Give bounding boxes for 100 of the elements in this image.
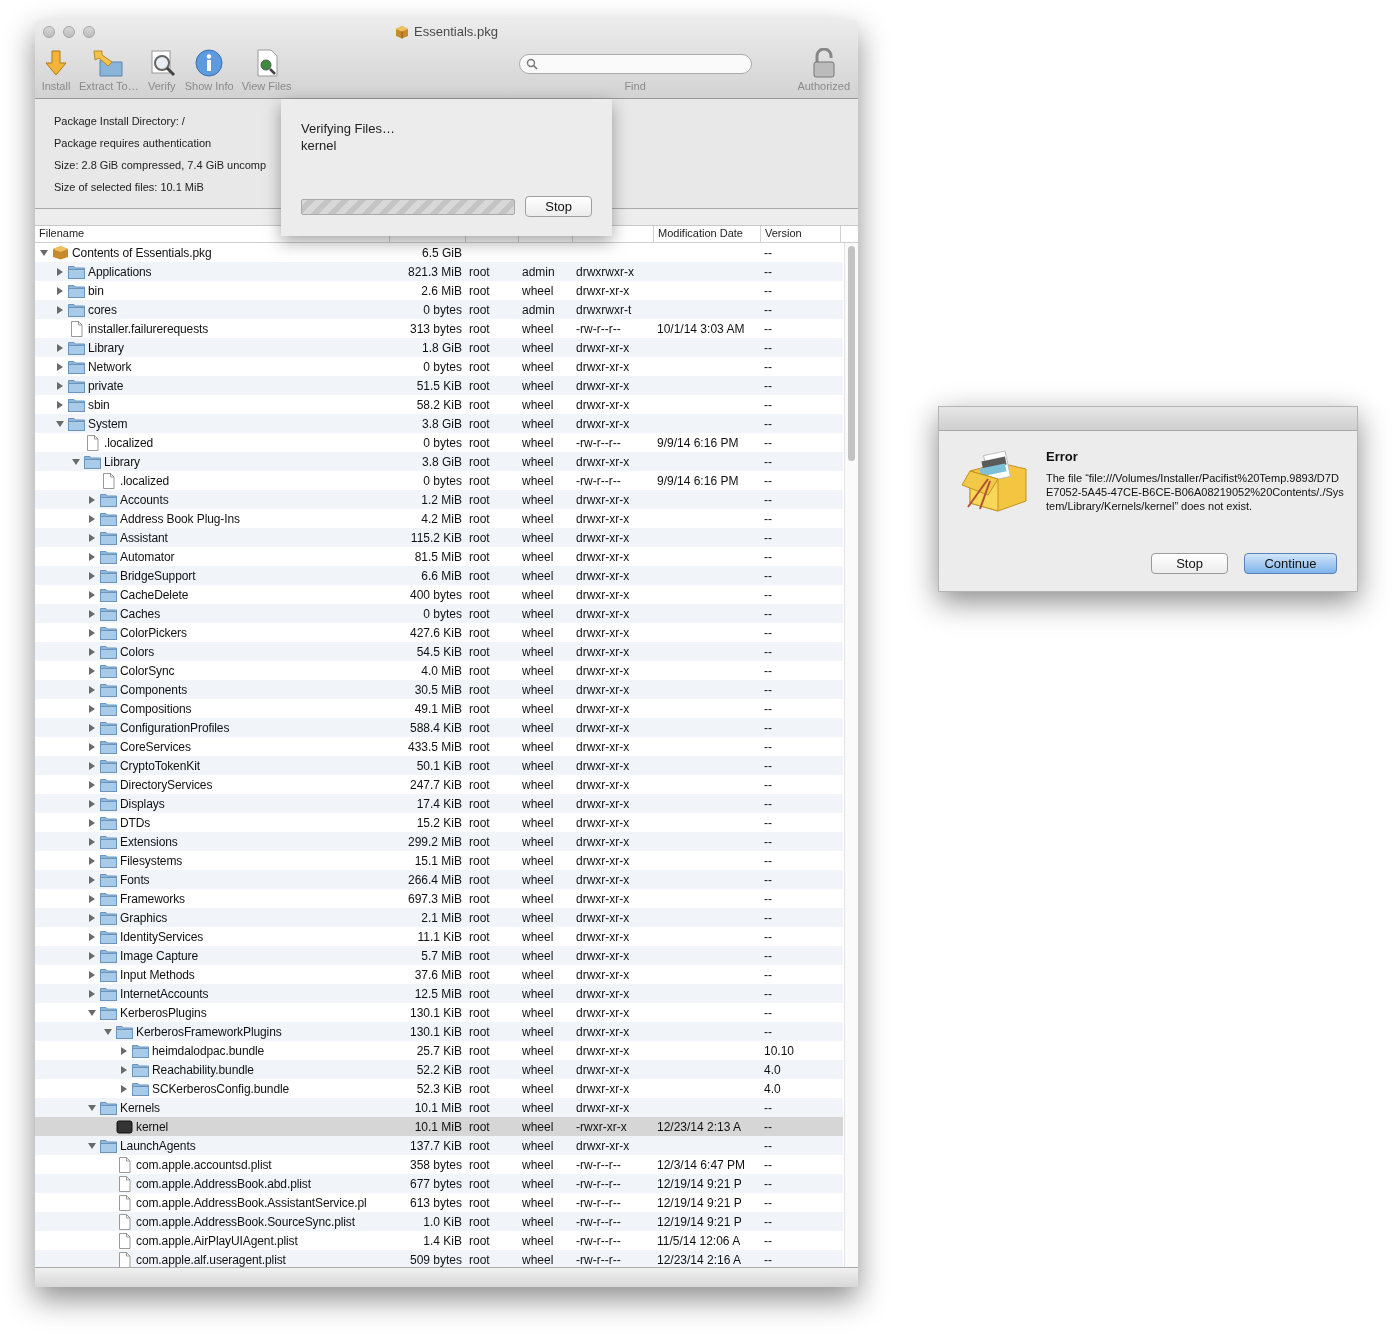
table-row[interactable]: Library 3.8 GiB root wheel drwxr-xr-x -- [35,452,843,471]
expanded-triangle-icon[interactable] [87,1007,97,1018]
expanded-triangle-icon[interactable] [103,1026,113,1037]
table-row[interactable]: Accounts 1.2 MiB root wheel drwxr-xr-x -- [35,490,843,509]
expanded-triangle-icon[interactable] [55,418,65,429]
collapsed-triangle-icon[interactable] [119,1045,129,1056]
table-row[interactable]: com.apple.AddressBook.abd.plist 677 bytes root wheel -rw-r--r-- 12/19/14 9:21 P -- [35,1174,843,1193]
column-header[interactable]: Version [761,226,841,242]
table-cell: 52.2 KiB [416,1062,462,1077]
column-header[interactable]: Modification Date [654,226,761,242]
collapsed-triangle-icon[interactable] [87,817,97,828]
collapsed-triangle-icon[interactable] [87,931,97,942]
table-cell: -- [764,720,772,735]
collapsed-triangle-icon[interactable] [87,703,97,714]
table-row[interactable]: Caches 0 bytes root wheel drwxr-xr-x -- [35,604,843,623]
file-name: KerberosFrameworkPlugins [136,1024,282,1039]
folder-icon [100,1100,117,1115]
table-row[interactable]: BridgeSupport 6.6 MiB root wheel drwxr-xr-x -- [35,566,843,585]
stop-button[interactable]: Stop [525,196,592,217]
table-row[interactable]: Fonts 266.4 MiB root wheel drwxr-xr-x -- [35,870,843,889]
table-row[interactable]: Reachability.bundle 52.2 KiB root wheel drwxr-xr-x 4.0 [35,1060,843,1079]
table-row[interactable]: ConfigurationProfiles 588.4 KiB root wheel drwxr-xr-x -- [35,718,843,737]
table-row[interactable]: cores 0 bytes root admin drwxrwxr-t -- [35,300,843,319]
table-row[interactable]: Image Capture 5.7 MiB root wheel drwxr-xr-x -- [35,946,843,965]
table-row[interactable]: System 3.8 GiB root wheel drwxr-xr-x -- [35,414,843,433]
stop-button[interactable]: Stop [1151,553,1228,574]
collapsed-triangle-icon[interactable] [87,570,97,581]
table-row[interactable]: InternetAccounts 12.5 MiB root wheel drwxr-xr-x -- [35,984,843,1003]
collapsed-triangle-icon[interactable] [87,494,97,505]
table-row[interactable]: kernel 10.1 MiB root wheel -rwxr-xr-x 12/23/14 2:13 A -- [35,1117,843,1136]
collapsed-triangle-icon[interactable] [87,513,97,524]
collapsed-triangle-icon[interactable] [87,722,97,733]
table-row[interactable]: Extensions 299.2 MiB root wheel drwxr-xr-x -- [35,832,843,851]
table-row[interactable]: Components 30.5 MiB root wheel drwxr-xr-x -- [35,680,843,699]
scrollbar[interactable] [844,243,858,1267]
collapsed-triangle-icon[interactable] [87,532,97,543]
table-cell: wheel [522,720,554,735]
collapsed-triangle-icon[interactable] [55,380,65,391]
collapsed-triangle-icon[interactable] [55,304,65,315]
table-row[interactable]: Applications 821.3 MiB root admin drwxrwxr-x -- [35,262,843,281]
table-cell: 1.2 MiB [421,492,462,507]
table-cell: -rw-r--r-- [576,473,621,488]
collapsed-triangle-icon[interactable] [55,361,65,372]
table-row[interactable]: LaunchAgents 137.7 KiB root wheel drwxr-xr-x -- [35,1136,843,1155]
file-name: com.apple.alf.useragent.plist [136,1252,286,1267]
collapsed-triangle-icon[interactable] [87,969,97,980]
table-cell: wheel [522,1138,554,1153]
table-row[interactable]: com.apple.AddressBook.SourceSync.plist 1.0 KiB root wheel -rw-r--r-- 12/19/14 9:21 P -- [35,1212,843,1231]
table-row[interactable]: Kernels 10.1 MiB root wheel drwxr-xr-x -- [35,1098,843,1117]
collapsed-triangle-icon[interactable] [87,893,97,904]
collapsed-triangle-icon[interactable] [87,760,97,771]
collapsed-triangle-icon[interactable] [87,855,97,866]
collapsed-triangle-icon[interactable] [87,798,97,809]
folder-icon [100,986,117,1001]
file-name: LaunchAgents [120,1138,196,1153]
table-row[interactable]: CryptoTokenKit 50.1 KiB root wheel drwxr-xr-x -- [35,756,843,775]
collapsed-triangle-icon[interactable] [55,342,65,353]
collapsed-triangle-icon[interactable] [119,1064,129,1075]
expanded-triangle-icon[interactable] [87,1140,97,1151]
table-row[interactable]: private 51.5 KiB root wheel drwxr-xr-x -- [35,376,843,395]
collapsed-triangle-icon[interactable] [55,266,65,277]
collapsed-triangle-icon[interactable] [87,779,97,790]
file-name: Automator [120,549,175,564]
collapsed-triangle-icon[interactable] [87,912,97,923]
table-cell: 2.6 MiB [421,283,462,298]
table-cell: root [469,758,490,773]
collapsed-triangle-icon[interactable] [87,608,97,619]
expanded-triangle-icon[interactable] [71,456,81,467]
collapsed-triangle-icon[interactable] [55,285,65,296]
expanded-triangle-icon[interactable] [39,247,49,258]
search-field[interactable] [518,54,752,74]
collapsed-triangle-icon[interactable] [87,646,97,657]
table-row[interactable]: KerberosFrameworkPlugins 130.1 KiB root wheel drwxr-xr-x -- [35,1022,843,1041]
expanded-triangle-icon[interactable] [87,1102,97,1113]
collapsed-triangle-icon[interactable] [87,836,97,847]
table-row[interactable]: Colors 54.5 KiB root wheel drwxr-xr-x -- [35,642,843,661]
table-cell: 4.0 MiB [421,663,462,678]
collapsed-triangle-icon[interactable] [87,551,97,562]
table-cell: 6.6 MiB [421,568,462,583]
table-row[interactable]: com.apple.alf.useragent.plist 509 bytes root wheel -rw-r--r-- 12/23/14 2:16 A -- [35,1250,843,1267]
table-cell: 12/19/14 9:21 P [657,1195,742,1210]
collapsed-triangle-icon[interactable] [87,950,97,961]
collapsed-triangle-icon[interactable] [87,988,97,999]
table-row[interactable]: Displays 17.4 KiB root wheel drwxr-xr-x -- [35,794,843,813]
continue-button[interactable]: Continue [1244,553,1337,574]
collapsed-triangle-icon[interactable] [87,589,97,600]
collapsed-triangle-icon[interactable] [87,627,97,638]
table-row[interactable]: Library 1.8 GiB root wheel drwxr-xr-x -- [35,338,843,357]
collapsed-triangle-icon[interactable] [87,741,97,752]
collapsed-triangle-icon[interactable] [87,684,97,695]
table-row[interactable]: Graphics 2.1 MiB root wheel drwxr-xr-x -- [35,908,843,927]
collapsed-triangle-icon[interactable] [55,399,65,410]
collapsed-triangle-icon[interactable] [87,665,97,676]
collapsed-triangle-icon[interactable] [119,1083,129,1094]
table-cell: -rw-r--r-- [576,1214,621,1229]
table-cell: -rw-r--r-- [576,1233,621,1248]
package-icon [395,24,410,39]
table-row[interactable]: Assistant 115.2 KiB root wheel drwxr-xr-x -- [35,528,843,547]
folder-icon [100,1005,117,1020]
collapsed-triangle-icon[interactable] [87,874,97,885]
